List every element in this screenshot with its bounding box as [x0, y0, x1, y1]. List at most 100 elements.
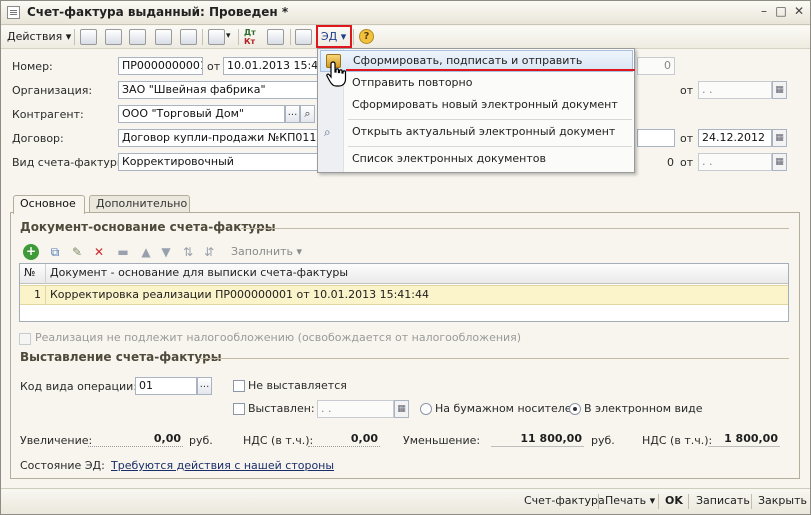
vat-decrease-label: НДС (в т.ч.): — [642, 434, 713, 447]
counterparty-select-button[interactable]: ... — [285, 105, 300, 123]
calendar-icon[interactable]: ▦ — [772, 129, 787, 147]
print-menu-button[interactable]: Печать ▾ — [605, 494, 655, 507]
table-row[interactable]: 1 Корректировка реализации ПР000000001 о… — [20, 285, 788, 305]
title-bar: Счет-фактура выданный: Проведен * – □ ✕ — [1, 1, 810, 25]
column-divider — [45, 286, 46, 304]
menu-item-list-ed[interactable]: Список электронных документов — [346, 149, 633, 171]
maximize-button[interactable]: □ — [774, 5, 788, 19]
calendar-icon[interactable]: ▦ — [394, 400, 409, 418]
organization-field[interactable]: ЗАО "Швейная фабрика" — [118, 81, 318, 99]
right-date-field[interactable]: . . — [698, 81, 772, 99]
menu-item-label: Сформировать, подписать и отправить — [353, 54, 583, 67]
based-on-icon[interactable] — [208, 29, 225, 45]
ed-status-label: Состояние ЭД: — [20, 459, 105, 472]
move-down-icon[interactable]: ▼ — [158, 244, 174, 260]
electronic-label: В электронном виде — [584, 402, 703, 415]
op-code-select-button[interactable]: ... — [197, 377, 212, 395]
ok-button[interactable]: OK — [665, 494, 683, 507]
electronic-radio[interactable] — [569, 403, 581, 415]
toolbar-separator — [202, 29, 203, 45]
paper-label: На бумажном носителе — [435, 402, 572, 415]
menu-separator — [348, 146, 632, 147]
vat-decrease-value: 1 800,00 — [708, 431, 780, 447]
sort-desc-icon[interactable]: ⇵ — [201, 244, 217, 260]
contract-field[interactable]: Договор купли-продажи №КП0111 от 0 — [118, 129, 318, 147]
refresh-icon[interactable] — [105, 29, 122, 45]
not-issued-label: Не выставляется — [248, 379, 347, 392]
list-icon[interactable] — [295, 29, 312, 45]
not-taxed-label: Реализация не подлежит налогообложению (… — [35, 331, 522, 344]
number-field[interactable]: ПР0000000001 — [118, 57, 203, 75]
debit-credit-icon[interactable]: Дт Кт — [244, 28, 256, 47]
post-document-icon[interactable] — [80, 29, 97, 45]
invoice-type-field[interactable]: Корректировочный — [118, 153, 318, 171]
col-document-header: Документ - основание для выписки счета-ф… — [50, 266, 349, 279]
contract-date-prefix: от — [680, 132, 694, 145]
invoice-print-button[interactable]: Счет-фактура — [524, 494, 605, 507]
copy-row-icon[interactable]: ⧉ — [47, 244, 63, 260]
op-code-label: Код вида операции: — [20, 380, 138, 393]
toolbar-separator — [238, 29, 239, 45]
toolbar: Действия ▾ ▾ Дт Кт ЭД ▾ ? — [1, 26, 810, 49]
contract-date-field[interactable]: 24.12.2012 — [698, 129, 772, 147]
minimize-button[interactable]: – — [757, 5, 771, 19]
vat-increase-label: НДС (в т.ч.): — [243, 434, 314, 447]
dropdown-arrow-icon: ▾ — [649, 494, 656, 507]
end-edit-icon[interactable]: ▬ — [115, 244, 131, 260]
tab-main[interactable]: Основное — [13, 195, 85, 214]
section-divider — [198, 358, 789, 359]
document-structure-icon[interactable] — [267, 29, 284, 45]
increase-value: 0,00 — [88, 431, 183, 447]
right-date-field-2[interactable]: . . — [698, 153, 772, 171]
close-button[interactable]: Закрыть — [758, 494, 807, 507]
not-issued-checkbox[interactable] — [233, 380, 245, 392]
menu-item-resend[interactable]: Отправить повторно — [346, 73, 633, 95]
issued-date-field[interactable]: . . — [317, 400, 394, 418]
bottom-separator — [688, 494, 689, 509]
grid-command-bar: + ⧉ ✎ ✕ ▬ ▲ ▼ ⇅ ⇵ Заполнить ▾ — [21, 244, 321, 260]
decrease-value: 11 800,00 — [491, 431, 584, 447]
edit-row-icon[interactable]: ✎ — [69, 244, 85, 260]
magnifier-icon[interactable]: ⌕ — [300, 105, 315, 123]
calendar-icon[interactable]: ▦ — [772, 153, 787, 171]
number-extra-field[interactable]: 0 — [637, 57, 675, 75]
not-taxed-checkbox[interactable] — [19, 333, 31, 345]
paper-radio[interactable] — [420, 403, 432, 415]
row-number: 1 — [34, 288, 41, 301]
section-divider — [241, 228, 789, 229]
move-up-icon[interactable]: ▲ — [138, 244, 154, 260]
tab-additional[interactable]: Дополнительно — [89, 195, 190, 213]
sort-icon[interactable]: ⇅ — [180, 244, 196, 260]
actions-label: Действия — [7, 30, 63, 43]
ed-status-link[interactable]: Требуются действия с нашей стороны — [111, 459, 334, 472]
delete-row-icon[interactable]: ✕ — [91, 244, 107, 260]
add-row-icon[interactable]: + — [23, 244, 39, 260]
based-on-dropdown-icon[interactable]: ▾ — [226, 28, 231, 47]
date-field[interactable]: 10.01.2013 15:41:44 — [223, 57, 319, 75]
menu-item-new-ed[interactable]: Сформировать новый электронный документ — [346, 95, 633, 117]
fill-button[interactable]: Заполнить ▾ — [231, 245, 302, 258]
vat-increase-value: 0,00 — [308, 431, 380, 447]
tab-panel: Документ-основание счета-фактуры + ⧉ ✎ ✕… — [10, 212, 800, 479]
calendar-icon[interactable]: ▦ — [772, 81, 787, 99]
hidden-number-value: 0 — [667, 156, 674, 169]
org-label: Организация: — [12, 84, 93, 97]
report-icon[interactable] — [180, 29, 197, 45]
dropdown-arrow-icon: ▾ — [296, 245, 303, 258]
fill-label: Заполнить — [231, 245, 293, 258]
copy-document-icon[interactable] — [129, 29, 146, 45]
document-icon — [7, 6, 20, 19]
bottom-separator — [598, 494, 599, 509]
help-icon[interactable]: ? — [359, 29, 374, 44]
magnifier-icon: ⌕ — [324, 125, 331, 139]
basis-table[interactable]: № Документ - основание для выписки счета… — [19, 263, 789, 322]
op-code-field[interactable]: 01 — [135, 377, 197, 395]
counterparty-field[interactable]: ООО "Торговый Дом" — [118, 105, 285, 123]
actions-menu-button[interactable]: Действия ▾ — [7, 28, 71, 47]
menu-item-open-actual[interactable]: ⌕ Открыть актуальный электронный докумен… — [324, 122, 633, 144]
save-button[interactable]: Записать — [696, 494, 750, 507]
issued-checkbox[interactable] — [233, 403, 245, 415]
contract-extra-field[interactable] — [637, 129, 675, 147]
close-window-button[interactable]: ✕ — [792, 5, 806, 19]
transfer-icon[interactable] — [155, 29, 172, 45]
